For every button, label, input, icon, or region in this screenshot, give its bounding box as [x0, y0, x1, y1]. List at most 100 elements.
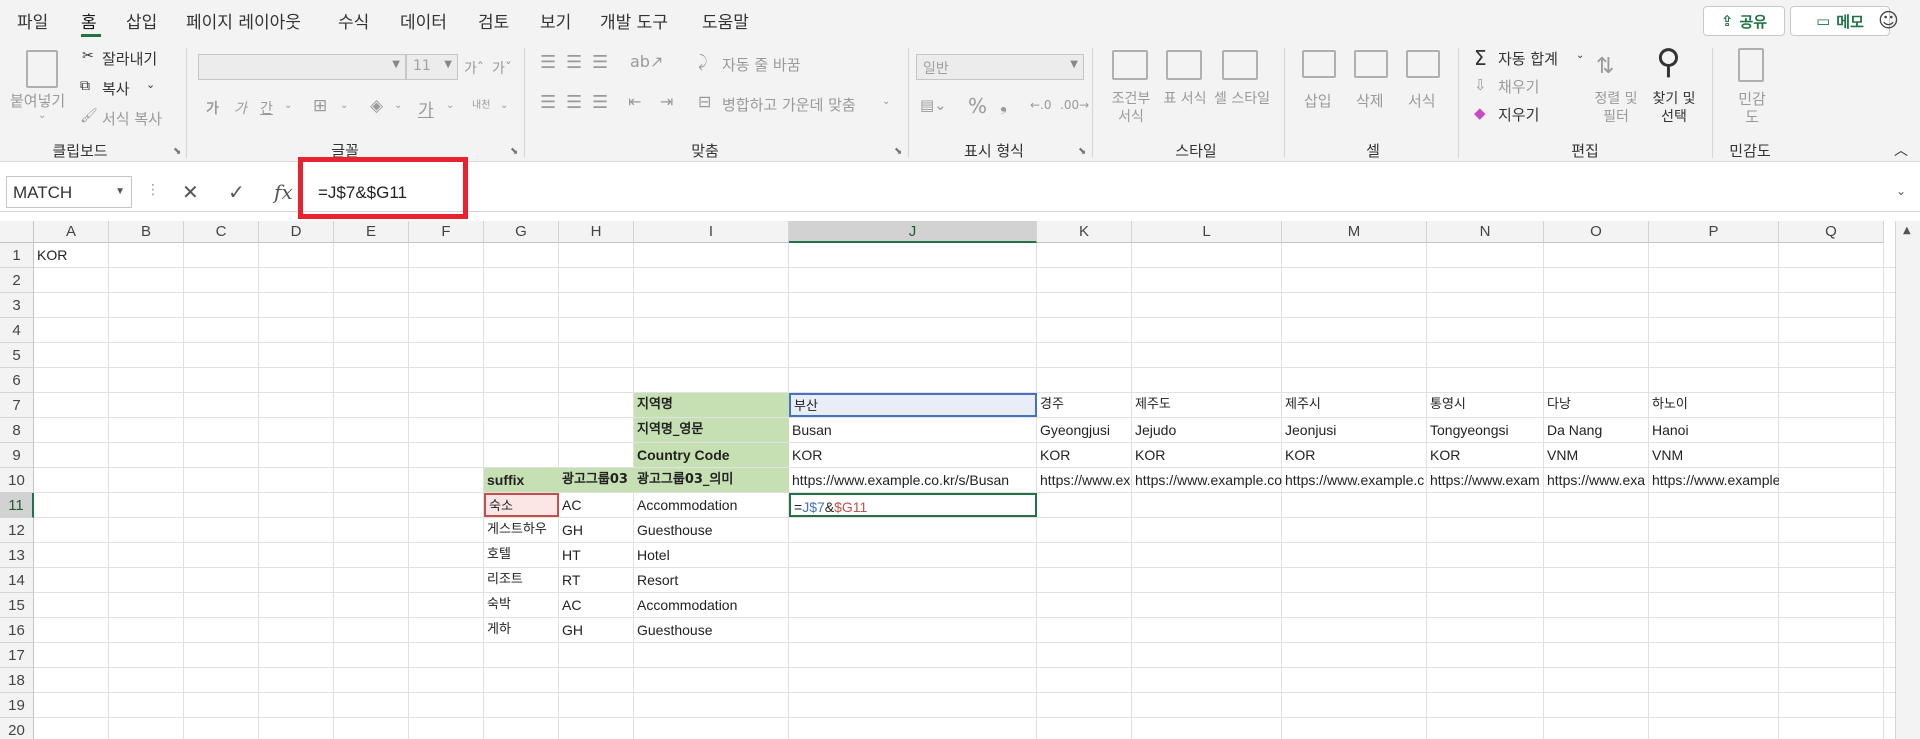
row-header-17[interactable]: 17	[0, 643, 34, 668]
cell-i11[interactable]: Accommodation	[634, 493, 789, 517]
bold-icon[interactable]: 가	[206, 98, 219, 118]
italic-icon[interactable]: 가	[234, 98, 247, 118]
row-header-10[interactable]: 10	[0, 468, 34, 493]
cell-l7[interactable]: 제주도	[1132, 393, 1282, 417]
alignment-launcher-icon[interactable]: ⬊	[894, 146, 902, 157]
row-header-14[interactable]: 14	[0, 568, 34, 593]
tab-formulas[interactable]: 수식	[338, 8, 369, 33]
cell-a1[interactable]: KOR	[34, 243, 109, 267]
cell-i14[interactable]: Resort	[634, 568, 789, 592]
cell-j10[interactable]: https://www.example.co.kr/s/Busan	[789, 468, 1037, 492]
shrink-font-icon[interactable]: 가ˇ	[492, 58, 512, 78]
align-middle-icon[interactable]: ☰	[566, 52, 582, 73]
cell-n7[interactable]: 통영시	[1427, 393, 1544, 417]
row-header-13[interactable]: 13	[0, 543, 34, 568]
row-header-15[interactable]: 15	[0, 593, 34, 618]
scroll-up-icon[interactable]: ▲	[1903, 225, 1911, 236]
cell-h12[interactable]: GH	[559, 518, 634, 542]
wrap-text-button[interactable]: 자동 줄 바꿈	[722, 54, 801, 75]
cell-h15[interactable]: AC	[559, 593, 634, 617]
cell-m7[interactable]: 제주시	[1282, 393, 1427, 417]
cell-i13[interactable]: Hotel	[634, 543, 789, 567]
paste-button[interactable]: 붙여넣기	[10, 90, 65, 111]
column-header-p[interactable]: P	[1649, 221, 1779, 243]
cell-m8[interactable]: Jeonjusi	[1282, 418, 1427, 442]
increase-decimal-icon[interactable]: ←.0	[1030, 98, 1052, 112]
cell-h11[interactable]: AC	[559, 493, 634, 517]
cell-k7[interactable]: 경주	[1037, 393, 1132, 417]
column-header-n[interactable]: N	[1427, 221, 1544, 243]
orientation-icon[interactable]: ab↗	[630, 52, 663, 71]
comment-button[interactable]: ▭ 메모	[1790, 6, 1890, 36]
row-header-7[interactable]: 7	[0, 393, 34, 418]
percent-style-icon[interactable]: %	[968, 94, 987, 118]
fill-color-icon[interactable]: ◈	[370, 96, 383, 116]
row-header-20[interactable]: 20	[0, 718, 34, 739]
cell-k9[interactable]: KOR	[1037, 443, 1132, 467]
borders-icon[interactable]: ⊞	[313, 96, 327, 116]
borders-dropdown-icon[interactable]: ⌄	[340, 100, 348, 111]
cell-j9[interactable]: KOR	[789, 443, 1037, 467]
tab-page-layout[interactable]: 페이지 레이아웃	[186, 8, 301, 33]
tab-file[interactable]: 파일	[17, 8, 48, 33]
worksheet-grid[interactable]: ABCDEFGHIJKLMNOPQ 1 2 3 4 5 6 7 8 9 10 11 12 13 14 15 1…	[0, 221, 1895, 739]
cell-i16[interactable]: Guesthouse	[634, 618, 789, 642]
cut-button[interactable]: 잘라내기	[102, 48, 157, 69]
comma-style-icon[interactable]: ❟	[1000, 94, 1007, 115]
cell-g15[interactable]: 숙박	[484, 593, 559, 617]
paste-dropdown-icon[interactable]: ⌄	[38, 110, 46, 121]
cell-g13[interactable]: 호텔	[484, 543, 559, 567]
row-header-8[interactable]: 8	[0, 418, 34, 443]
insert-function-icon[interactable]: fx	[274, 180, 293, 204]
column-header-e[interactable]: E	[334, 221, 409, 243]
column-header-q[interactable]: Q	[1779, 221, 1884, 243]
expand-formula-bar-icon[interactable]: ⌄	[1896, 184, 1906, 198]
cell-p10[interactable]: https://www.example.co.kr/s/Hanoi	[1649, 468, 1779, 492]
font-size-combo[interactable]: 11 ▼	[406, 54, 458, 80]
sort-filter-button[interactable]: 정렬 및 필터	[1592, 90, 1640, 126]
decrease-decimal-icon[interactable]: .00→	[1060, 98, 1089, 112]
cell-h10[interactable]: 광고그룹03	[559, 468, 634, 492]
number-format-combo[interactable]: 일반 ▼	[916, 54, 1084, 80]
row-header-18[interactable]: 18	[0, 668, 34, 693]
font-name-combo[interactable]: ▼	[198, 54, 406, 80]
smiley-feedback-icon[interactable]: ☺	[1878, 8, 1899, 32]
wrap-text-icon[interactable]: ⤸	[698, 52, 708, 72]
conditional-formatting-button[interactable]: 조건부 서식	[1106, 90, 1156, 126]
cell-g10[interactable]: suffix	[484, 468, 559, 492]
copy-button[interactable]: 복사	[102, 78, 130, 99]
grow-font-icon[interactable]: 가ˆ	[464, 58, 484, 78]
align-center-icon[interactable]: ☰	[566, 92, 582, 113]
cell-j7[interactable]: 부산	[789, 393, 1037, 417]
cell-j8[interactable]: Busan	[789, 418, 1037, 442]
underline-dropdown-icon[interactable]: ⌄	[284, 100, 292, 111]
merge-center-button[interactable]: 병합하고 가운데 맞춤	[722, 94, 856, 115]
cell-o9[interactable]: VNM	[1544, 443, 1649, 467]
fill-button[interactable]: 채우기	[1498, 76, 1539, 97]
cell-l10[interactable]: https://www.example.co	[1132, 468, 1282, 492]
column-header-c[interactable]: C	[184, 221, 259, 243]
select-all-corner[interactable]	[0, 221, 34, 243]
cell-l9[interactable]: KOR	[1132, 443, 1282, 467]
fill-color-dropdown-icon[interactable]: ⌄	[394, 100, 402, 111]
format-painter-button[interactable]: 서식 복사	[102, 108, 162, 129]
row-header-11[interactable]: 11	[0, 493, 34, 518]
cell-o8[interactable]: Da Nang	[1544, 418, 1649, 442]
cell-i10[interactable]: 광고그룹03_의미	[634, 468, 789, 492]
copy-dropdown-icon[interactable]: ⌄	[146, 78, 155, 91]
tab-help[interactable]: 도움말	[702, 8, 749, 33]
cell-n8[interactable]: Tongyeongsi	[1427, 418, 1544, 442]
cell-i7[interactable]: 지역명	[634, 393, 789, 417]
cell-p9[interactable]: VNM	[1649, 443, 1779, 467]
tab-view[interactable]: 보기	[540, 8, 571, 33]
cell-h16[interactable]: GH	[559, 618, 634, 642]
format-as-table-button[interactable]: 표 서식	[1160, 90, 1210, 108]
column-header-k[interactable]: K	[1037, 221, 1132, 243]
align-bottom-icon[interactable]: ☰	[592, 52, 608, 73]
cell-p7[interactable]: 하노이	[1649, 393, 1779, 417]
cell-h14[interactable]: RT	[559, 568, 634, 592]
cell-g11[interactable]: 숙소	[484, 493, 559, 517]
clear-button[interactable]: 지우기	[1498, 104, 1539, 125]
row-header-5[interactable]: 5	[0, 343, 34, 368]
merge-dropdown-icon[interactable]: ⌄	[882, 96, 890, 107]
